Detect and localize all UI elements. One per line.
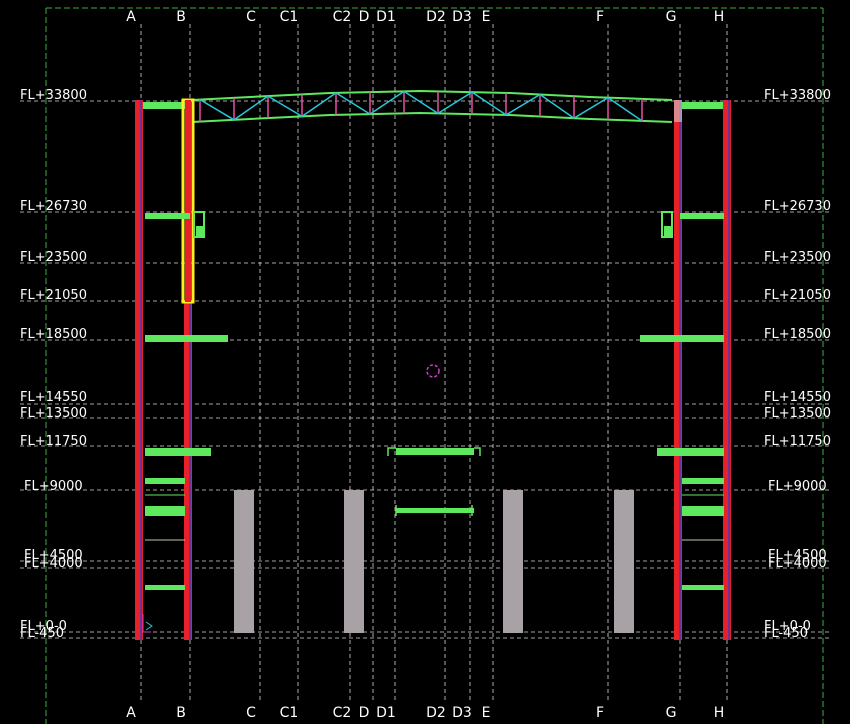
level-label-right: FL+33800 xyxy=(764,88,831,103)
grid-label-top: E xyxy=(482,9,491,25)
grid-label-top: D3 xyxy=(452,9,472,25)
floor-beam-left xyxy=(145,506,185,516)
level-label-right: FL+18500 xyxy=(764,327,831,342)
grid-label-top: C2 xyxy=(333,9,352,25)
concrete-pier xyxy=(503,490,523,633)
roof-eave-right xyxy=(680,102,726,109)
grid-label-top: H xyxy=(714,9,725,25)
level-label-left: FL+4000 xyxy=(24,556,83,571)
bracket-left-fill xyxy=(196,226,204,238)
level-label-right: FL+14550 xyxy=(764,390,831,405)
grid-label-top: F xyxy=(596,9,604,25)
level-label-right: FL+4000 xyxy=(768,556,827,571)
grid-label-bottom: D3 xyxy=(452,705,472,721)
column-g-cap xyxy=(674,100,682,122)
floor-beam-right xyxy=(682,478,724,484)
level-label-left: FL+14550 xyxy=(20,390,87,405)
floor-beam-left xyxy=(145,335,228,342)
floor-beam-left xyxy=(145,478,185,484)
drawing-frame xyxy=(45,7,824,724)
grid-lines xyxy=(140,24,728,700)
level-label-left: FL+33800 xyxy=(20,88,87,103)
truss-diagonal xyxy=(369,90,405,115)
concrete-pier xyxy=(614,490,634,633)
grid-label-bottom: E xyxy=(482,705,491,721)
grid-label-bottom: A xyxy=(126,705,136,721)
level-label-left: FL+23500 xyxy=(20,250,87,265)
column-a xyxy=(135,100,143,640)
floor-beam-right xyxy=(640,335,724,342)
grid-label-top: D xyxy=(359,9,370,25)
grid-label-top: C1 xyxy=(280,9,299,25)
floor-beam-left xyxy=(145,213,190,219)
origin-axis-icon xyxy=(145,621,153,631)
truss-diagonal xyxy=(233,95,269,121)
truss-diagonal xyxy=(267,95,303,118)
truss-bottom-chord xyxy=(191,111,673,123)
level-label-left: FL+13500 xyxy=(20,406,87,421)
grid-label-bottom: F xyxy=(596,705,604,721)
level-label-right: FL+21050 xyxy=(764,288,831,303)
center-platform-upper xyxy=(396,448,474,455)
column-g xyxy=(674,100,682,640)
level-label-left: FL+26730 xyxy=(20,199,87,214)
level-label-right: FL+9000 xyxy=(768,479,827,494)
grid-label-top: D1 xyxy=(376,9,396,25)
concrete-pier xyxy=(234,490,254,633)
level-label-right: FL-450 xyxy=(764,626,808,641)
level-label-right: FL+11750 xyxy=(764,434,831,449)
level-label-right: FL+23500 xyxy=(764,250,831,265)
bracket-right-fill xyxy=(664,226,672,238)
level-label-left: FL+18500 xyxy=(20,327,87,342)
floor-beam-right xyxy=(682,585,724,590)
level-label-right: FL+13500 xyxy=(764,406,831,421)
target-marker-icon xyxy=(426,364,440,378)
truss-diagonal xyxy=(505,93,541,116)
cad-elevation-drawing[interactable]: A A B B C C C1 C1 C2 C2 D D D1 D1 D2 D2 D3 D3 E E F F G G H H FL+3… xyxy=(0,0,850,724)
structure xyxy=(135,89,731,640)
roof-eave-left xyxy=(140,102,188,109)
level-label-left: FL-450 xyxy=(20,626,64,641)
center-platform-upper-edge xyxy=(474,447,481,456)
grid-label-top: G xyxy=(666,9,677,25)
floor-beam-right xyxy=(657,448,724,456)
level-label-left: FL+11750 xyxy=(20,434,87,449)
center-platform-lower xyxy=(396,508,474,513)
floor-beam-left xyxy=(145,448,211,456)
level-label-right: FL+26730 xyxy=(764,199,831,214)
truss-diagonal xyxy=(199,98,235,121)
truss-diagonal xyxy=(437,91,473,115)
level-label-left: FL+9000 xyxy=(24,479,83,494)
grid-label-top: D2 xyxy=(426,9,446,25)
grid-label-bottom: G xyxy=(666,705,677,721)
grid-label-top: A xyxy=(126,9,136,25)
grid-label-bottom: D xyxy=(359,705,370,721)
grid-label-top: B xyxy=(176,9,186,25)
column-b xyxy=(184,300,192,640)
truss-diagonal xyxy=(539,93,575,119)
grid-label-bottom: C xyxy=(246,705,256,721)
concrete-pier xyxy=(344,490,364,633)
grid-label-bottom: C1 xyxy=(280,705,299,721)
truss-diagonal xyxy=(335,92,371,115)
truss-diagonal xyxy=(403,90,439,115)
grid-label-bottom: C2 xyxy=(333,705,352,721)
grid-label-bottom: H xyxy=(714,705,725,721)
floor-beam-left xyxy=(145,585,185,590)
grid-label-top: C xyxy=(246,9,256,25)
column-h xyxy=(723,100,731,640)
truss-diagonal xyxy=(471,91,507,116)
truss-diagonal xyxy=(301,92,337,118)
grid-label-bottom: B xyxy=(176,705,186,721)
grid-label-bottom: D1 xyxy=(376,705,396,721)
floor-beam-right xyxy=(680,213,724,219)
column-b-upper xyxy=(185,100,191,302)
level-label-left: FL+21050 xyxy=(20,288,87,303)
grid-label-bottom: D2 xyxy=(426,705,446,721)
floor-beam-right xyxy=(682,506,724,516)
